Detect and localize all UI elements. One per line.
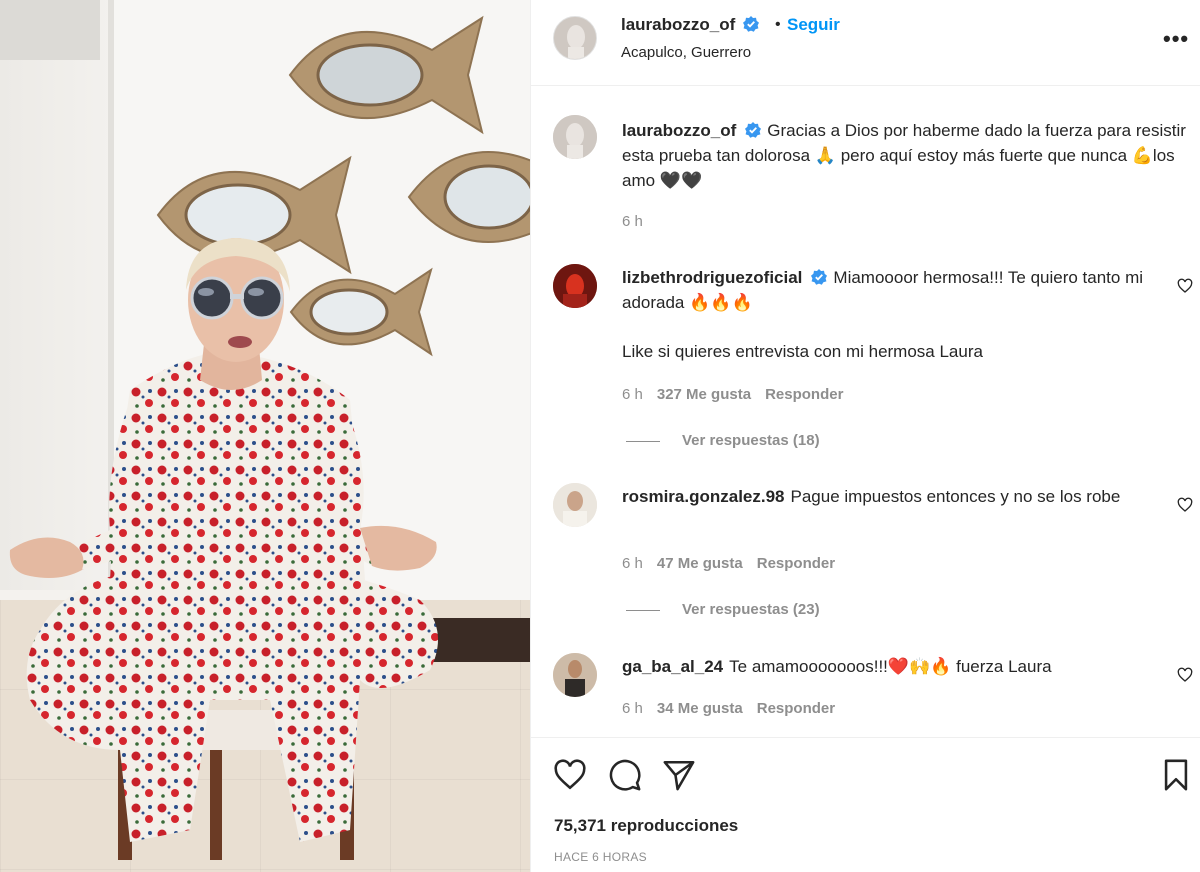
comment-text-block: ga_ba_al_24 Te amamooooooos!!!❤️🙌🔥 fuerza… — [622, 654, 1194, 679]
comment-time[interactable]: 6 h — [622, 555, 643, 572]
verified-badge-icon — [745, 122, 762, 138]
comment-author-username[interactable]: rosmira.gonzalez.98 — [622, 487, 785, 506]
heart-icon[interactable] — [1177, 497, 1193, 513]
comment-time[interactable]: 6 h — [622, 386, 643, 403]
comment-meta: 6 h 34 Me gusta Responder — [622, 700, 849, 717]
replies-line — [626, 440, 660, 442]
post-actions: 75,371 reproducciones HACE 6 HORAS — [531, 737, 1200, 872]
comment-likes[interactable]: 327 Me gusta — [657, 386, 751, 403]
comment-text-block: lizbethrodriguezoficial Miamoooor hermosa… — [622, 265, 1194, 315]
caption-meta: 6 h — [622, 213, 657, 230]
reply-button[interactable]: Responder — [765, 386, 843, 403]
fish-mirror-decor — [282, 10, 488, 140]
comment-meta: 6 h 47 Me gusta Responder — [622, 555, 849, 572]
comment-time[interactable]: 6 h — [622, 700, 643, 717]
comment-text-line2: Like si quieres entrevista con mi hermos… — [622, 342, 983, 361]
comment-likes[interactable]: 47 Me gusta — [657, 555, 743, 572]
caption-time[interactable]: 6 h — [622, 213, 643, 230]
reply-button[interactable]: Responder — [757, 700, 835, 717]
person-in-video — [0, 230, 460, 872]
view-replies-button[interactable]: Ver respuestas (23) — [626, 601, 820, 618]
view-replies-button[interactable]: Ver respuestas (18) — [626, 432, 820, 449]
share-icon[interactable] — [662, 758, 696, 792]
post-header: laurabozzo_of • Seguir Acapulco, Guerrer… — [531, 0, 1200, 86]
more-horizontal-icon[interactable]: ••• — [1163, 26, 1189, 52]
wall-left-top — [0, 0, 100, 60]
comment-likes[interactable]: 34 Me gusta — [657, 700, 743, 717]
comment-text: Te amamooooooos!!!❤️🙌🔥 fuerza Laura — [729, 657, 1052, 676]
comment-icon[interactable] — [608, 758, 642, 792]
author-username[interactable]: laurabozzo_of — [621, 15, 735, 34]
bookmark-icon[interactable] — [1159, 758, 1193, 792]
comment-text-block: rosmira.gonzalez.98 Pague impuestos enton… — [622, 484, 1194, 509]
view-replies-label: Ver respuestas (23) — [682, 601, 820, 618]
view-count[interactable]: 75,371 reproducciones — [554, 816, 738, 836]
comment-text: Pague impuestos entonces y no se los rob… — [790, 487, 1121, 506]
view-replies-label: Ver respuestas (18) — [682, 432, 820, 449]
author-avatar[interactable] — [553, 16, 597, 60]
author-name-row: laurabozzo_of — [621, 15, 759, 35]
post-panel: laurabozzo_of • Seguir Acapulco, Guerrer… — [530, 0, 1200, 872]
post-timestamp[interactable]: HACE 6 HORAS — [554, 850, 647, 864]
comment-author-username[interactable]: lizbethrodriguezoficial — [622, 268, 802, 287]
reply-button[interactable]: Responder — [757, 555, 835, 572]
comment-avatar[interactable] — [553, 653, 597, 697]
comment-meta: 6 h 327 Me gusta Responder — [622, 386, 857, 403]
heart-icon[interactable] — [1177, 667, 1193, 683]
heart-icon[interactable] — [1177, 278, 1193, 294]
post-location[interactable]: Acapulco, Guerrero — [621, 44, 751, 61]
comment-author-username[interactable]: ga_ba_al_24 — [622, 657, 723, 676]
caption-author-username[interactable]: laurabozzo_of — [622, 121, 736, 140]
comment-avatar[interactable] — [553, 264, 597, 308]
separator-dot: • — [775, 16, 781, 33]
caption-author-avatar[interactable] — [553, 115, 597, 159]
caption-text-block: laurabozzo_of Gracias a Dios por haberme … — [622, 118, 1194, 193]
post-media[interactable] — [0, 0, 530, 872]
replies-line — [626, 609, 660, 611]
verified-badge-icon — [742, 16, 759, 32]
follow-button[interactable]: Seguir — [787, 15, 840, 35]
comment-avatar[interactable] — [553, 483, 597, 527]
heart-icon[interactable] — [553, 758, 587, 792]
verified-badge-icon — [811, 269, 828, 285]
comments-section[interactable]: laurabozzo_of Gracias a Dios por haberme … — [531, 87, 1200, 737]
